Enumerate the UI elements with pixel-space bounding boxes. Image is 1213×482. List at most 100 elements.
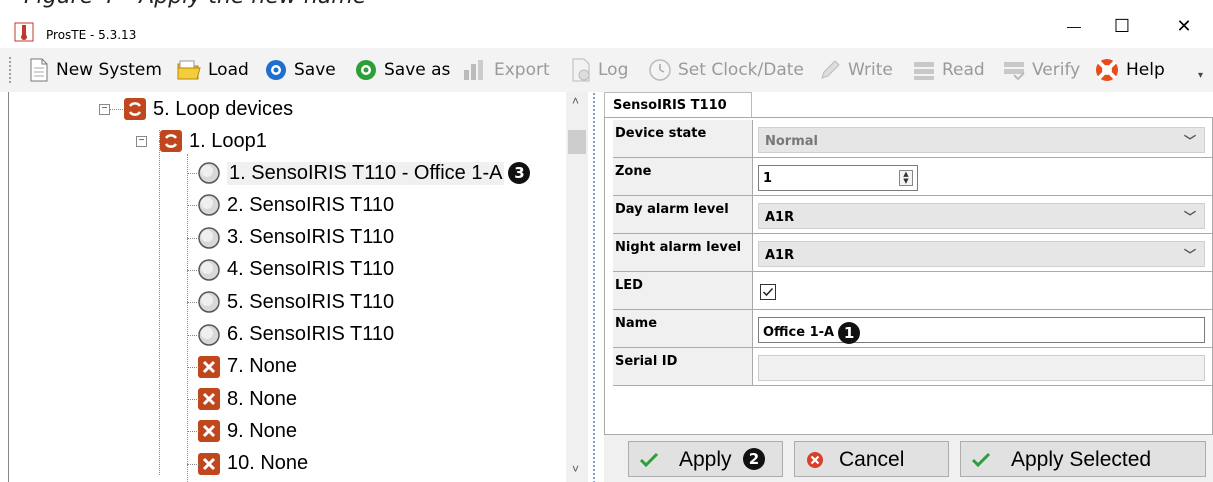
load-button[interactable]: Load: [176, 56, 249, 84]
save-disc-green-icon: [356, 60, 376, 80]
clock-icon: [649, 59, 671, 81]
verify-button[interactable]: Verify: [1002, 56, 1080, 84]
tree-node-device[interactable]: 2. SensoIRIS T110: [197, 190, 394, 220]
close-button[interactable]: ✕: [1162, 8, 1206, 44]
bar-chart-icon: [464, 60, 483, 80]
tree-connector: [187, 302, 199, 304]
tree-node-device[interactable]: 9. None: [197, 416, 297, 446]
chevron-down-icon: ﹀: [1183, 134, 1196, 148]
apply-button[interactable]: Apply 2: [628, 441, 783, 477]
serial-id-field: [758, 355, 1205, 381]
cancel-button[interactable]: Cancel: [794, 441, 949, 477]
tree-connector: [187, 399, 199, 401]
tree-node-loop-devices[interactable]: 5. Loop devices: [123, 94, 293, 124]
pane-splitter[interactable]: [588, 92, 604, 482]
apply-selected-button[interactable]: Apply Selected: [960, 441, 1206, 477]
toolbar: New System Load Save Save as Export Log: [0, 48, 1213, 92]
collapse-toggle-loop-devices[interactable]: −: [99, 104, 110, 115]
set-clock-date-button[interactable]: Set Clock/Date: [648, 56, 804, 84]
cancel-label: Cancel: [839, 448, 905, 471]
save-button[interactable]: Save: [264, 56, 336, 84]
scroll-down-icon[interactable]: ˅: [572, 462, 579, 476]
toolbar-grip[interactable]: [8, 56, 12, 84]
help-button[interactable]: Help: [1094, 56, 1165, 84]
led-checkbox[interactable]: [760, 284, 776, 300]
tree-vertical-scrollbar[interactable]: ˄ ˅: [566, 92, 588, 482]
callout-3-badge: 3: [508, 162, 531, 184]
tree-node-label: 8. None: [227, 387, 298, 410]
tree-node-device[interactable]: 4. SensoIRIS T110: [197, 255, 394, 285]
tree-node-label: 2. SensoIRIS T110: [227, 193, 395, 216]
loop-devices-icon: [124, 98, 146, 120]
apply-label: Apply: [679, 448, 732, 471]
checkmark-icon: [762, 287, 774, 297]
tree-node-device[interactable]: 7. None: [197, 352, 297, 382]
spinner-arrows-icon[interactable]: ▲ ▼: [899, 170, 913, 186]
tree-connector: [187, 205, 199, 207]
properties-grid: Device state Normal ﹀ Zone 1 ▲ ▼ Day alar…: [604, 117, 1213, 435]
property-label: Name: [613, 310, 753, 347]
tree-node-device[interactable]: 10. None: [197, 449, 308, 479]
sensor-icon: [198, 162, 220, 184]
property-row-device-state: Device state Normal ﹀: [613, 120, 1213, 158]
property-label: Night alarm level: [613, 234, 753, 271]
name-field[interactable]: Office 1-A 1: [758, 317, 1205, 344]
maximize-button[interactable]: ☐: [1100, 8, 1144, 44]
app-icon: [14, 22, 34, 42]
property-row-zone: Zone 1 ▲ ▼: [613, 158, 1213, 196]
read-label: Read: [942, 60, 985, 80]
day-alarm-level-select[interactable]: A1R ﹀: [758, 203, 1205, 229]
night-alarm-level-select[interactable]: A1R ﹀: [758, 241, 1205, 267]
tree-node-label: 7. None: [227, 355, 298, 378]
window-title: ProsTE - 5.3.13: [46, 28, 137, 42]
tree-node-device[interactable]: 5. SensoIRIS T110: [197, 287, 394, 317]
tree-connector: [187, 154, 188, 482]
set-clock-date-label: Set Clock/Date: [678, 60, 804, 80]
close-icon: ✕: [1176, 15, 1192, 36]
property-row-led: LED: [613, 272, 1213, 310]
tree-node-device[interactable]: 6. SensoIRIS T110: [197, 320, 394, 350]
day-alarm-value: A1R: [765, 210, 795, 225]
tree-node-device[interactable]: 8. None: [197, 384, 297, 414]
load-label: Load: [208, 60, 249, 80]
tree-node-loop1[interactable]: 1. Loop1: [159, 126, 267, 156]
tree-node-device[interactable]: 1. SensoIRIS T110 - Office 1-A 3: [197, 158, 531, 188]
property-label: Serial ID: [613, 348, 753, 385]
toolbar-overflow-icon[interactable]: ▾: [1198, 70, 1203, 81]
tree-node-label: 9. None: [227, 419, 298, 442]
loop-icon: [160, 130, 182, 152]
property-row-name: Name Office 1-A 1: [613, 310, 1213, 348]
save-label: Save: [294, 60, 336, 80]
new-system-label: New System: [56, 60, 162, 80]
apply-selected-label: Apply Selected: [1011, 448, 1152, 471]
scroll-thumb[interactable]: [568, 130, 586, 154]
minimize-button[interactable]: —: [1052, 8, 1096, 44]
export-label: Export: [494, 60, 550, 80]
save-as-button[interactable]: Save as: [354, 56, 450, 84]
name-value: Office 1-A: [763, 325, 835, 340]
read-button[interactable]: Read: [912, 56, 985, 84]
tree-node-label: 4. SensoIRIS T110: [227, 258, 395, 281]
scroll-up-icon[interactable]: ˄: [572, 94, 579, 108]
write-label: Write: [848, 60, 893, 80]
none-device-icon: [198, 355, 220, 378]
new-system-button[interactable]: New System: [28, 56, 162, 84]
tab-device-properties[interactable]: SensoIRIS T110: [604, 92, 752, 118]
zone-stepper[interactable]: 1 ▲ ▼: [758, 165, 918, 191]
pencil-icon: [821, 60, 840, 79]
export-button[interactable]: Export: [462, 56, 550, 84]
tree-node-device[interactable]: 3. SensoIRIS T110: [197, 223, 394, 253]
tree-node-label: 3. SensoIRIS T110: [227, 226, 395, 249]
tree-connector: [159, 130, 160, 475]
cropped-caption-strip: Figure 4 – Apply the new name: [0, 0, 1213, 8]
log-button[interactable]: Log: [570, 56, 628, 84]
sensor-icon: [198, 291, 220, 313]
write-button[interactable]: Write: [818, 56, 893, 84]
lifebuoy-icon: [1096, 59, 1118, 81]
checkmark-icon: [639, 452, 659, 468]
cropped-caption-text: Figure 4 – Apply the new name: [24, 0, 366, 8]
tree-connector: [187, 431, 199, 433]
collapse-toggle-loop1[interactable]: −: [136, 136, 147, 147]
property-label: Day alarm level: [613, 196, 753, 233]
tree-node-label: 6. SensoIRIS T110: [227, 323, 395, 345]
